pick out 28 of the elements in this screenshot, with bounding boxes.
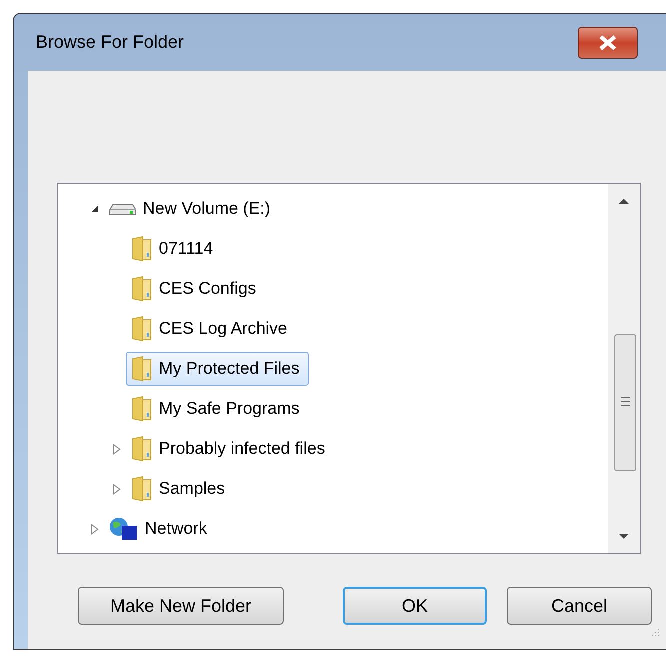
folder-icon [131, 476, 153, 502]
vertical-scrollbar[interactable] [608, 184, 640, 553]
collapsed-arrow-icon[interactable] [113, 484, 121, 494]
expanded-arrow-icon[interactable] [91, 205, 99, 213]
tree-item[interactable]: Probably infected files [126, 432, 334, 466]
folder-icon [131, 356, 153, 382]
tree-item[interactable]: My Protected Files [126, 352, 309, 386]
tree-item[interactable]: Samples [126, 472, 234, 506]
folder-icon [131, 436, 153, 462]
close-button[interactable] [578, 26, 638, 58]
collapsed-arrow-icon[interactable] [91, 524, 99, 534]
folder-icon [131, 316, 153, 342]
collapsed-arrow-icon[interactable] [113, 444, 121, 454]
tree-item[interactable]: CES Log Archive [126, 312, 297, 346]
folder-icon [131, 276, 153, 302]
tree-item[interactable]: My Safe Programs [126, 392, 309, 426]
folder-icon [131, 396, 153, 422]
dialog-button[interactable]: Make New Folder [78, 587, 284, 625]
close-icon [598, 34, 618, 50]
dialog-button[interactable]: Cancel [507, 587, 652, 625]
folder-icon [131, 236, 153, 262]
tree-item[interactable]: Network [104, 512, 216, 546]
tree-item[interactable]: CES Configs [126, 272, 266, 306]
tree-item[interactable]: New Volume (E:) [104, 192, 280, 226]
tree-item[interactable]: 071114 [126, 232, 222, 266]
network-icon [109, 517, 139, 541]
window-title: Browse For Folder [36, 31, 184, 54]
dialog-button[interactable]: OK [343, 587, 487, 625]
